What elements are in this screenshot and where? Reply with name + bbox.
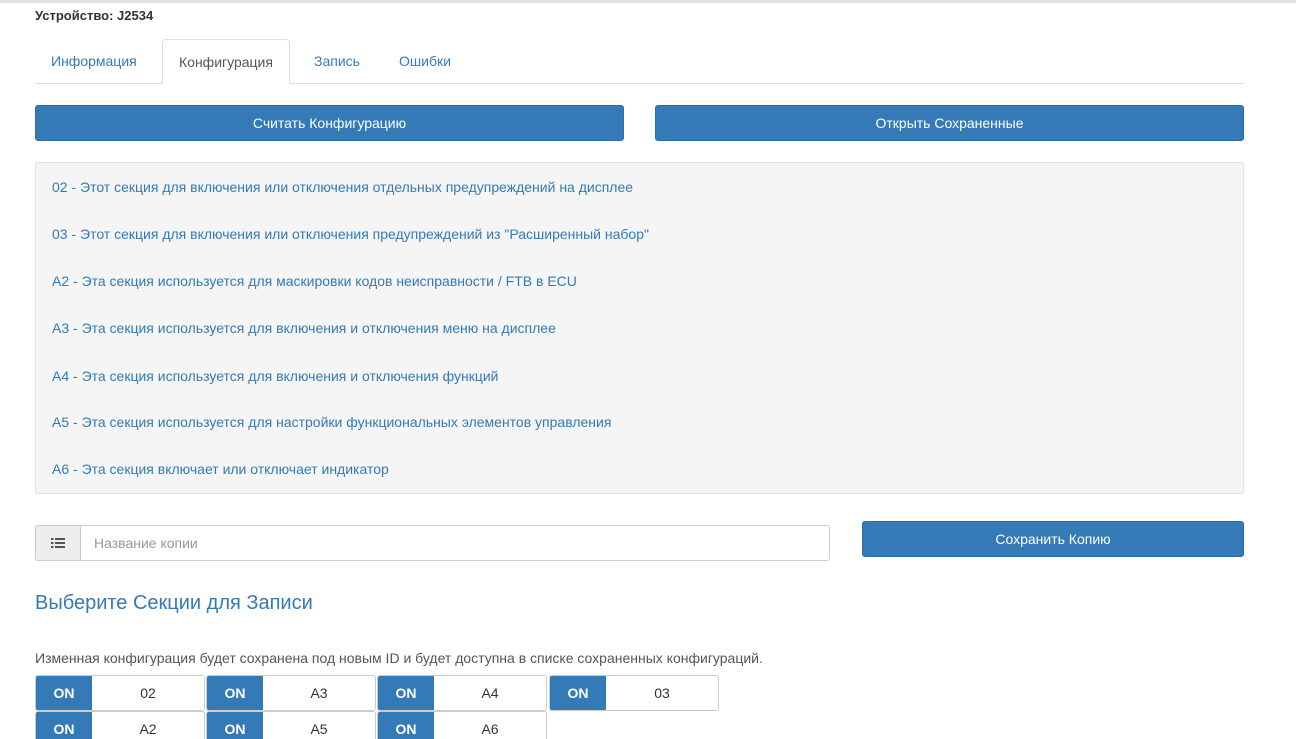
toggle-label: A4	[481, 685, 499, 701]
save-copy-button[interactable]: Сохранить Копию	[862, 521, 1244, 557]
section-link-03[interactable]: 03 - Этот секция для включения или отклю…	[52, 226, 649, 242]
toggle-label: 03	[654, 685, 670, 701]
list-icon	[36, 526, 81, 560]
section-link-a3[interactable]: A3 - Эта секция используется для включен…	[52, 320, 556, 336]
toggle-a4[interactable]: ON A4	[377, 675, 547, 711]
toggle-label: A2	[139, 721, 157, 737]
toggle-a6[interactable]: ON A6	[377, 711, 547, 739]
open-saved-button[interactable]: Открыть Сохраненные	[655, 105, 1244, 141]
section-link-a5[interactable]: A5 - Эта секция используется для настрой…	[52, 414, 611, 430]
toggle-02[interactable]: ON 02	[35, 675, 205, 711]
toggle-03[interactable]: ON 03	[549, 675, 719, 711]
toggle-on-indicator: ON	[207, 676, 263, 710]
toggle-a5[interactable]: ON A5	[206, 711, 376, 739]
tab-bar: Информация Конфигурация Запись Ошибки	[35, 39, 1244, 84]
section-link-02[interactable]: 02 - Этот секция для включения или отклю…	[52, 179, 633, 195]
toggle-on-indicator: ON	[36, 712, 92, 739]
toggle-label: A3	[310, 685, 328, 701]
toggle-on-indicator: ON	[207, 712, 263, 739]
toggle-label: 02	[140, 685, 156, 701]
copy-name-input[interactable]	[82, 526, 829, 560]
tab-information[interactable]: Информация	[35, 39, 153, 84]
toggle-label: A6	[481, 721, 499, 737]
toggle-a2[interactable]: ON A2	[35, 711, 205, 739]
section-link-a6[interactable]: A6 - Эта секция включает или отключает и…	[52, 461, 389, 477]
read-config-button[interactable]: Считать Конфигурацию	[35, 105, 624, 141]
section-link-a4[interactable]: A4 - Эта секция используется для включен…	[52, 368, 499, 384]
top-divider	[0, 0, 1296, 3]
write-help-text: Изменная конфигурация будет сохранена по…	[35, 650, 763, 666]
toggle-on-indicator: ON	[378, 676, 434, 710]
write-sections-title: Выберите Секции для Записи	[35, 592, 313, 614]
sections-list: 02 - Этот секция для включения или отклю…	[35, 162, 1244, 494]
toggle-on-indicator: ON	[36, 676, 92, 710]
toggle-a3[interactable]: ON A3	[206, 675, 376, 711]
tab-configuration[interactable]: Конфигурация	[162, 39, 290, 84]
toggle-label: A5	[310, 721, 328, 737]
device-label: Устройство: J2534	[35, 8, 154, 23]
tab-write[interactable]: Запись	[298, 39, 376, 84]
section-link-a2[interactable]: A2 - Эта секция используется для маскиро…	[52, 273, 577, 289]
toggle-on-indicator: ON	[550, 676, 606, 710]
copy-name-group	[35, 525, 830, 561]
toggle-on-indicator: ON	[378, 712, 434, 739]
tab-errors[interactable]: Ошибки	[383, 39, 467, 84]
